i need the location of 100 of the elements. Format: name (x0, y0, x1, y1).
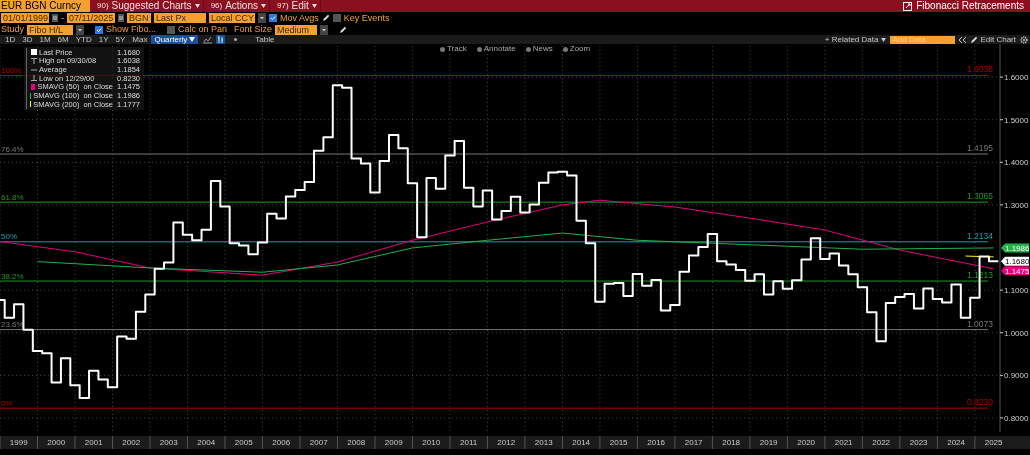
price-badge: 1.1986 (1001, 243, 1030, 253)
fibonacci-percent-label: 0% (1, 398, 13, 408)
axis-label: 2016 (647, 438, 666, 447)
caret-icon (261, 4, 266, 8)
axis-label: 2008 (347, 438, 366, 447)
axis-label: 2000 (47, 438, 66, 447)
price-field[interactable]: Last Px (154, 13, 206, 23)
study-field[interactable]: Fibo H/L (27, 24, 73, 35)
font-size-field[interactable]: Medium (275, 24, 318, 35)
chart-tool-button[interactable]: Zoom (562, 45, 591, 53)
axis-label: 2023 (909, 438, 928, 447)
add-data-field[interactable]: Add Data (890, 35, 956, 44)
checkbox[interactable] (95, 25, 103, 34)
axis-label: 2021 (834, 438, 853, 447)
menu-button[interactable]: 90) Suggested Charts (94, 0, 204, 12)
caret-icon (881, 37, 887, 42)
fibonacci-value-label: 1.0073 (967, 318, 993, 329)
axis-label: 2015 (609, 438, 628, 447)
pencil-icon[interactable] (970, 35, 979, 44)
related-data-button[interactable]: + Related Data (821, 35, 890, 44)
menu-button[interactable]: 97) Edit (274, 0, 321, 12)
fibonacci-value-label: 1.2134 (967, 230, 993, 241)
axis-label: 2019 (759, 438, 778, 447)
caret-icon[interactable] (320, 24, 329, 35)
fibonacci-percent-label: 38.2% (1, 271, 24, 281)
axis-label: 2009 (384, 438, 403, 447)
period-tab[interactable]: Quarterly (151, 35, 199, 44)
end-date-field[interactable]: 07/11/2025 (67, 13, 115, 23)
axis-label: 2014 (572, 438, 591, 447)
fibonacci-value-label: 1.6038 (967, 64, 993, 75)
chart-tool-button[interactable]: Annotate (476, 45, 516, 53)
axis-label: 1.0000 (1004, 328, 1029, 338)
chart-tool-button[interactable]: News (525, 45, 553, 53)
axis-label: 1.5000 (1004, 115, 1029, 125)
axis-label: 2013 (534, 438, 553, 447)
study-label: Study (1, 25, 24, 34)
price-badge: 1.1680 (1001, 256, 1030, 267)
fibonacci-percent-label: 61.8% (1, 192, 24, 202)
fibonacci-percent-label: 76.4% (1, 144, 24, 154)
fibonacci-value-label: 1.4195 (967, 143, 993, 153)
option-label[interactable]: Calc on Pan (178, 25, 228, 34)
dot-icon[interactable] (234, 38, 238, 41)
edit-chart-button[interactable]: Edit Chart (967, 35, 1019, 44)
font-size-label: Font Size (234, 25, 273, 34)
axis-label: 2022 (872, 438, 891, 447)
fibonacci-value-label: 0.8230 (967, 397, 993, 408)
security-field[interactable]: EUR BGN Curncy (0, 0, 90, 12)
high-marker-icon (31, 58, 37, 65)
axis-label: 2017 (684, 438, 703, 447)
axis-label: 2024 (947, 438, 966, 447)
axis-label: 2002 (122, 438, 141, 447)
caret-icon[interactable] (76, 24, 84, 35)
table-button[interactable]: Table (252, 35, 278, 44)
option-label[interactable]: Mov Avgs (280, 13, 319, 23)
fibonacci-percent-label: 100% (1, 66, 22, 75)
fibonacci-value-label: 1.3065 (967, 191, 993, 202)
axis-label: 1999 (9, 438, 28, 447)
source-field[interactable]: BGN (127, 13, 151, 23)
option-label[interactable]: Show Fibo... (106, 25, 157, 34)
caret-icon[interactable] (258, 13, 266, 23)
axis-label: 2005 (234, 438, 253, 447)
start-date-field[interactable]: 01/01/1999 (1, 13, 49, 23)
axis-label: 2018 (722, 438, 741, 447)
axis-label: 2003 (159, 438, 178, 447)
axis-label: 1.3000 (1004, 200, 1029, 210)
axis-label: 2006 (272, 438, 291, 447)
settings-icon[interactable] (1020, 35, 1028, 44)
collapse-icon[interactable] (959, 36, 967, 43)
caret-icon (311, 4, 317, 8)
option-label[interactable]: Key Events (343, 13, 390, 23)
axis-label: 1.4000 (1004, 158, 1029, 168)
fibonacci-percent-label: 50% (1, 232, 17, 242)
axis-label: 2020 (797, 438, 816, 447)
date-separator: - (61, 13, 64, 23)
low-marker-icon (31, 75, 37, 82)
axis-label: 2010 (422, 438, 441, 447)
period-tab[interactable]: Max (129, 35, 151, 44)
axis-label: 2025 (984, 438, 1003, 447)
line-chart-icon[interactable] (203, 35, 213, 44)
bar-chart-icon[interactable] (216, 35, 226, 44)
axis-label: 1.1000 (1004, 286, 1029, 296)
caret-icon (189, 37, 196, 42)
average-marker-icon (31, 66, 37, 73)
window-title: Fibonacci Retracements (916, 1, 1024, 11)
currency-field[interactable]: Local CCY (209, 13, 255, 23)
axis-label: 0.9000 (1004, 371, 1029, 381)
checkbox[interactable] (167, 25, 176, 34)
price-badge: 1.1475 (1001, 266, 1030, 276)
axis-label: 2012 (497, 438, 516, 447)
axis-label: 2004 (197, 438, 216, 447)
checkbox[interactable] (269, 14, 277, 22)
period-tab[interactable]: 3D (19, 35, 36, 44)
axis-label: 1.6000 (1004, 73, 1029, 83)
checkbox[interactable] (332, 14, 341, 22)
chart-tool-button[interactable]: Track (440, 45, 467, 53)
axis-label: 2007 (309, 438, 328, 447)
axis-label: 2011 (460, 438, 478, 447)
caret-icon (194, 4, 200, 8)
launch-icon[interactable] (903, 1, 913, 11)
axis-label: 0.8000 (1004, 413, 1029, 423)
